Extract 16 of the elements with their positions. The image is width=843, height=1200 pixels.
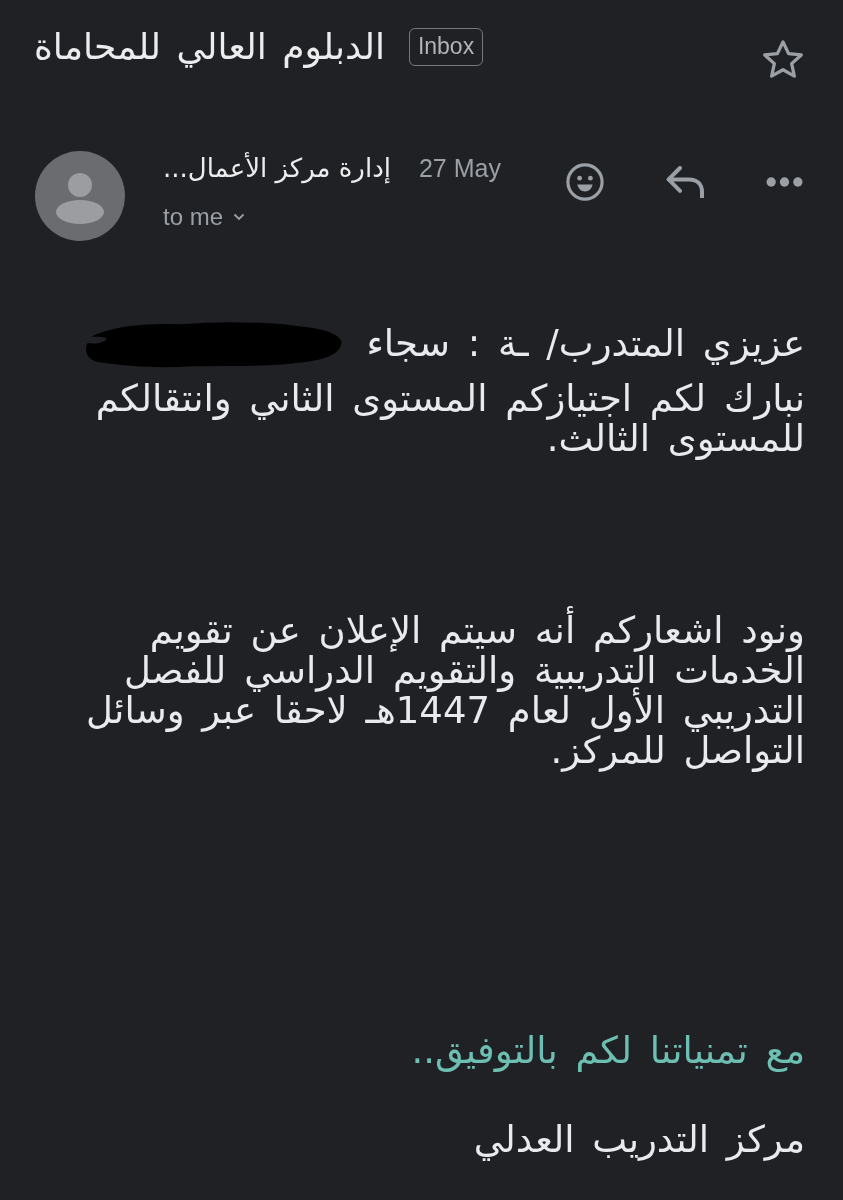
inbox-label[interactable]: Inbox (408, 28, 484, 66)
emoji-reaction-icon[interactable] (566, 163, 604, 201)
more-options-icon[interactable] (766, 177, 803, 187)
recipient-toggle[interactable]: to me (163, 203, 246, 231)
closing-text: مع تمنياتنا لكم بالتوفيق.. (410, 1029, 805, 1073)
signature-text: مركز التدريب العدلي (472, 1118, 805, 1162)
avatar-icon (35, 151, 125, 241)
reply-icon[interactable] (666, 166, 704, 198)
star-icon[interactable] (763, 40, 803, 78)
body-paragraph: ونود اشعاركم أنه سيتم الإعلان عن تقويم الخدمات التدريبية والتقويم الدراسي للفصل التدريبي الأول لعام 1447هـ لاحقا عبر وسائل التواصل للمركز. (55, 607, 805, 779)
body-paragraph: نبارك لكم اجتيازكم المستوى الثاني وانتقالكم للمستوى الثالث. (94, 376, 805, 462)
email-subject: الدبلوم العالي للمحاماة (34, 25, 385, 69)
greeting-text: عزيزي المتدرب/ ـة : سجاء (366, 322, 805, 366)
message-date: 27 May (418, 153, 501, 183)
sender-name: إدارة مركز الأعمال... (163, 153, 391, 183)
chevron-down-icon (233, 213, 246, 221)
